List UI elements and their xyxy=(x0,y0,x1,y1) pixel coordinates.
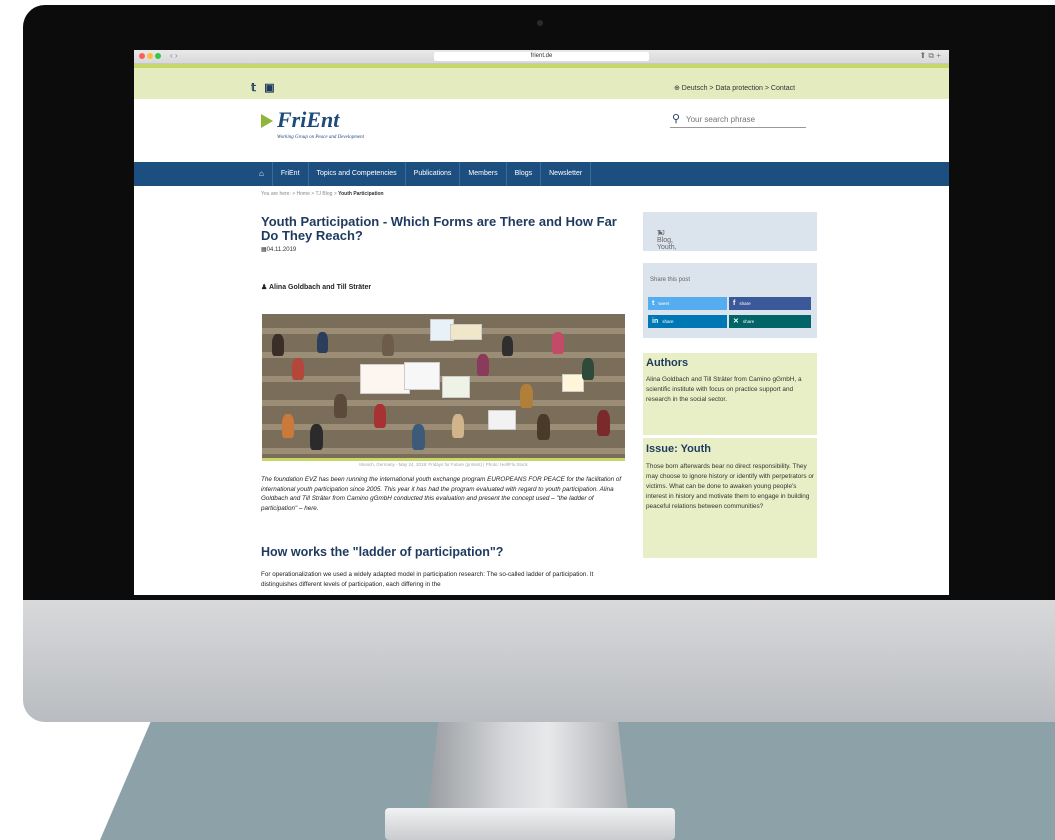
photo-person xyxy=(374,404,386,428)
share-facebook-button[interactable]: f share xyxy=(729,297,811,310)
nav-item-members[interactable]: Members xyxy=(460,162,507,186)
photo-person xyxy=(582,358,594,380)
photo-person xyxy=(552,332,564,354)
browser-actions-icon[interactable]: ⬆ ⧉ + xyxy=(919,51,941,61)
xing-icon: ✕ xyxy=(733,318,739,325)
photo-person xyxy=(310,424,323,450)
monitor-foot xyxy=(385,808,675,840)
article-authors: ♟ Alina Goldbach and Till Sträter xyxy=(261,284,372,291)
browser-toolbar: ‹ › frient.de ⬆ ⧉ + xyxy=(134,50,949,64)
maximize-window-icon[interactable] xyxy=(155,53,161,59)
utility-bar: 𝕥 ▣ ⊕ Deutsch > Data protection > Contac… xyxy=(134,64,949,99)
photo-person xyxy=(477,354,489,376)
photo-person xyxy=(317,332,328,353)
photo-stair xyxy=(262,400,625,406)
article-intro: The foundation EVZ has been running the … xyxy=(261,476,622,512)
nav-item-blogs[interactable]: Blogs xyxy=(507,162,542,186)
protest-sign xyxy=(488,410,516,430)
article-header: Youth Participation - Which Forms are Th… xyxy=(261,214,626,254)
photo-accent-band xyxy=(262,458,625,461)
logo-arrow-icon xyxy=(261,114,273,128)
photo-person xyxy=(334,394,347,418)
issue-box: Issue: Youth Those born afterwards bear … xyxy=(643,438,817,558)
photo-person xyxy=(597,410,610,436)
breadcrumb-current: Youth Participation xyxy=(338,191,384,197)
protest-sign xyxy=(450,324,482,340)
article-date: ▦04.11.2019 xyxy=(261,247,297,253)
linkedin-icon: in xyxy=(652,318,659,325)
article-title: Youth Participation - Which Forms are Th… xyxy=(261,214,617,243)
photo-person xyxy=(292,358,304,380)
twitter-icon[interactable]: 𝕥 xyxy=(251,82,256,94)
nav-item-newsletter[interactable]: Newsletter xyxy=(541,162,592,186)
address-bar[interactable]: frient.de xyxy=(434,52,649,61)
nav-item-topics[interactable]: Topics and Competencies xyxy=(309,162,406,186)
protest-sign xyxy=(404,362,440,390)
camera-icon xyxy=(537,20,543,26)
photo-person xyxy=(382,334,394,356)
share-twitter-button[interactable]: t tweet xyxy=(648,297,727,310)
search-input[interactable] xyxy=(686,113,802,125)
issue-title[interactable]: Issue: Youth xyxy=(646,443,711,455)
twitter-icon: t xyxy=(652,300,655,307)
share-box: Share this post t tweet f share in share ✕ s… xyxy=(643,263,817,338)
article-body: For operationalization we used a widely … xyxy=(261,571,594,588)
authors-title: Authors xyxy=(646,357,689,369)
minimize-window-icon[interactable] xyxy=(147,53,153,59)
section-heading: How works the "ladder of participation"? xyxy=(261,545,504,559)
back-forward-icon[interactable]: ‹ › xyxy=(170,51,178,60)
photo-person xyxy=(502,336,513,356)
authors-text: Alina Goldbach and Till Sträter from Cam… xyxy=(646,376,802,403)
screen: ‹ › frient.de ⬆ ⧉ + 𝕥 ▣ ⊕ Deutsch > Data… xyxy=(134,50,949,595)
user-icon: ♟ xyxy=(261,284,268,291)
close-window-icon[interactable] xyxy=(139,53,145,59)
facebook-icon: f xyxy=(733,300,736,307)
photo-stair xyxy=(262,352,625,358)
home-icon[interactable]: ⌂ xyxy=(251,162,273,186)
breadcrumb-trail[interactable]: You are here: > Home > TJ Blog > xyxy=(261,191,337,197)
protest-sign xyxy=(442,376,470,398)
social-links: 𝕥 ▣ xyxy=(251,81,280,94)
photo-person xyxy=(272,334,284,356)
share-title: Share this post xyxy=(650,277,691,283)
article-photo xyxy=(262,314,625,458)
search-box: ⚲ xyxy=(670,113,806,128)
nav-item-frient[interactable]: FriEnt xyxy=(273,162,309,186)
photo-person xyxy=(452,414,464,438)
breadcrumb: You are here: > Home > TJ Blog > Youth P… xyxy=(261,191,384,197)
issue-text: Those born afterwards bear no direct res… xyxy=(646,463,815,510)
logo-tagline: Working Group on Peace and Development xyxy=(277,135,364,140)
search-icon[interactable]: ⚲ xyxy=(672,112,680,125)
share-linkedin-button[interactable]: in share xyxy=(648,315,727,328)
authors-box: Authors Alina Goldbach and Till Sträter … xyxy=(643,353,817,435)
nav-item-publications[interactable]: Publications xyxy=(406,162,461,186)
site-logo[interactable]: FriEnt xyxy=(277,107,339,133)
tags-box: ⚑ TJ Blog, Youth, xyxy=(643,212,817,251)
photo-person xyxy=(520,384,533,408)
photo-caption: Munich, Germany - May 24, 2019: Fridays … xyxy=(359,462,528,467)
site-header: FriEnt Working Group on Peace and Develo… xyxy=(134,99,949,162)
xing-icon[interactable]: ▣ xyxy=(264,82,274,94)
monitor-stand xyxy=(428,722,628,812)
photo-person xyxy=(412,424,425,450)
utility-links[interactable]: ⊕ Deutsch > Data protection > Contact xyxy=(674,84,795,92)
share-xing-button[interactable]: ✕ share xyxy=(729,315,811,328)
protest-sign xyxy=(360,364,410,394)
main-navigation: ⌂ FriEnt Topics and Competencies Publica… xyxy=(134,162,949,186)
photo-person xyxy=(282,414,294,438)
protest-sign xyxy=(562,374,584,392)
accent-line xyxy=(134,64,949,68)
monitor-chin xyxy=(23,600,1055,722)
photo-person xyxy=(537,414,550,440)
